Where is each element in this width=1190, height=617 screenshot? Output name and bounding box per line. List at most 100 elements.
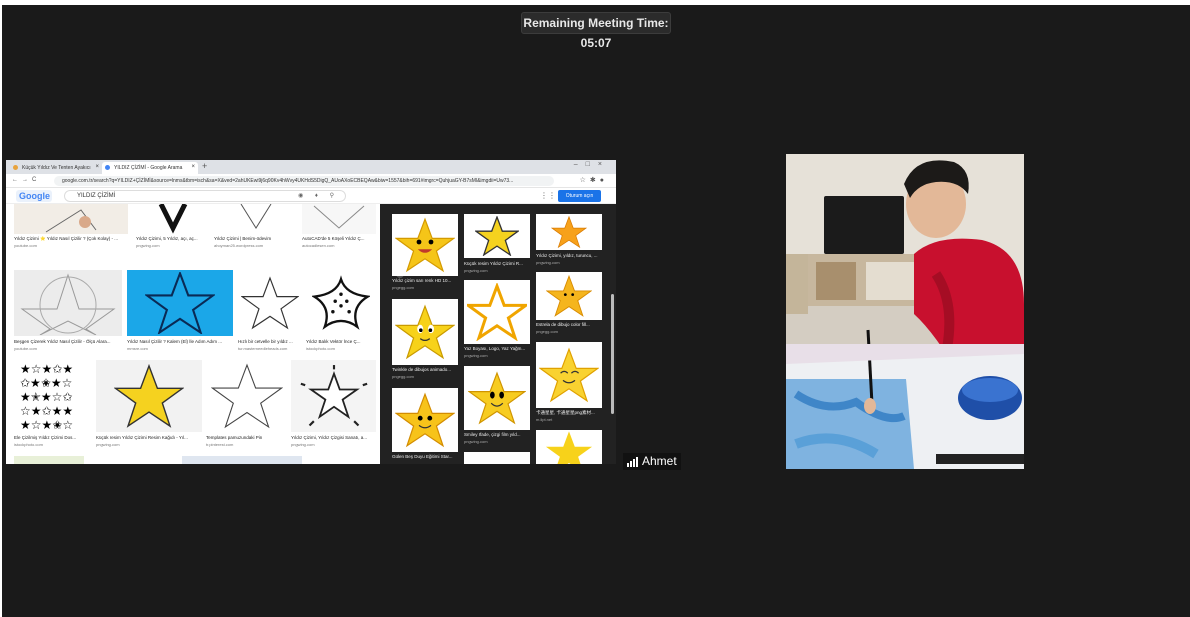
result-image	[291, 360, 376, 432]
related-image-tile[interactable]: Yıldız Çizimi, yıldız, turuncu, ... pngw…	[536, 214, 602, 266]
related-image	[392, 299, 458, 365]
result-source: youtube.com	[14, 346, 37, 351]
google-search-bar: Google YILDIZ ÇİZİMİ ◉ ♦ ⚲ ⋮⋮ Oturum açı…	[6, 188, 616, 204]
result-source: pngwing.com	[96, 442, 120, 447]
related-image-tile[interactable]: Yaz Boyası, Logo, Yaz Yağm... pngwing.co…	[464, 280, 530, 360]
url-field[interactable]: google.com.tr/search?q=YILDIZ+ÇİZİMİ&sou…	[54, 176, 554, 186]
result-caption: Küçük resim Yıldız Çizimi Resim Kağıdı -…	[96, 435, 188, 440]
related-source: m.lipt.net	[536, 417, 553, 422]
result-tile[interactable]: Yıldız Nasıl Çizilir ? Kalem (El) İle Ad…	[127, 270, 233, 354]
related-image-tile[interactable]: Yıldız çizim sarı renk HD 10... pngegg.c…	[392, 214, 458, 292]
svg-text:★☆★✩★: ★☆★✩★	[20, 362, 73, 376]
result-tile[interactable]: Yıldız Çizimi, 5 Yıldız, açı, aç... pngw…	[136, 204, 210, 250]
related-caption: Estrela de dibujo color fill...	[536, 322, 590, 327]
related-image	[392, 388, 458, 452]
apps-grid-icon[interactable]: ⋮⋮	[540, 191, 556, 200]
result-caption: Templates pamuzundaki Pin	[206, 435, 263, 440]
svg-text:✩★✬★☆: ✩★✬★☆	[20, 376, 72, 390]
panel-scrollbar[interactable]	[611, 294, 614, 414]
related-image	[536, 272, 602, 320]
result-source: ahoyman25.wordpress.com	[214, 243, 264, 248]
result-tile[interactable]: Beşgen Çizerek Yıldız Nasıl Çizilir - Öl…	[14, 270, 122, 354]
related-image-tile[interactable]: Twinkle de dibujos animado... pngegg.com	[392, 299, 458, 381]
image-preview-panel: × Yıldız çizim sarı renk HD 10... pngegg…	[380, 204, 616, 464]
window-controls[interactable]: –□×	[574, 161, 610, 168]
result-image: ★☆★✩★ ✩★✬★☆ ★✭★☆✩ ☆★✩★★ ★☆★✬☆	[14, 360, 94, 432]
result-tile[interactable]: ★☆★✩★ ✩★✬★☆ ★✭★☆✩ ☆★✩★★ ★☆★✬☆ Ele Çizilmiş Y…	[14, 360, 94, 452]
close-tab-icon[interactable]: ×	[191, 164, 195, 170]
result-tile[interactable]: Yıldız Çizimi, Yıldız Çizgisi Sanatı, a.…	[291, 360, 376, 452]
result-caption: Yıldız Çizimi | Benim-ödevim	[214, 236, 272, 241]
related-source: pngegg.com	[392, 374, 415, 379]
result-image-partial	[182, 456, 302, 464]
video-frame	[786, 154, 1024, 469]
result-source: istockphoto.com	[306, 346, 335, 351]
participant-name: Ahmet	[642, 454, 677, 468]
shared-screen[interactable]: Küçük Yıldız Ve Tenten Ayakıcı × YILDIZ …	[6, 160, 616, 464]
related-image-tile[interactable]: Küçük resim Yıldız Çizimi R... pngwing.c…	[464, 214, 530, 274]
result-tile[interactable]: Templates pamuzundaki Pin tr.pinterest.c…	[206, 360, 288, 452]
participant-video[interactable]	[786, 154, 1024, 469]
related-caption: Küçük resim Yıldız Çizimi R...	[464, 261, 523, 266]
google-logo[interactable]: Google	[16, 190, 52, 202]
result-source: istockphoto.com	[14, 442, 43, 447]
tab-title: Küçük Yıldız Ve Tenten Ayakıcı	[22, 165, 91, 171]
new-tab-icon[interactable]: +	[202, 161, 207, 171]
signal-strength-icon	[627, 456, 638, 467]
related-source: pngegg.com	[536, 329, 559, 334]
related-image	[536, 214, 602, 250]
browser-tab-2[interactable]: YILDIZ ÇİZİMİ - Google Arama ×	[102, 162, 198, 174]
result-image	[302, 204, 376, 234]
related-caption: Yıldız Çizimi, yıldız, turuncu, ...	[536, 253, 598, 258]
address-bar: ←→C google.com.tr/search?q=YILDIZ+ÇİZİMİ…	[6, 174, 616, 188]
browser-tab-bar: Küçük Yıldız Ve Tenten Ayakıcı × YILDIZ …	[6, 160, 616, 174]
related-source: pngwing.com	[536, 260, 560, 265]
result-image-partial	[14, 456, 84, 464]
result-tile[interactable]: Yıldız Balık Vektör İnce Ç... istockphot…	[306, 270, 376, 354]
related-image	[464, 214, 530, 258]
result-tile[interactable]: Hızlı bir cetvelle bir yıldız ... tur.ma…	[238, 270, 302, 354]
related-source: pngegg.com	[392, 285, 415, 290]
related-image-tile[interactable]: Smiley Ifade, çizgi film yıld... pngwing…	[464, 366, 530, 446]
favicon-icon	[13, 165, 18, 170]
result-source: autocadlesen.com	[302, 243, 335, 248]
meeting-stage: Remaining Meeting Time: 05:07 Küçük Yıld…	[2, 5, 1190, 617]
result-caption: Yıldız Çizimi, 5 Yıldız, açı, aç...	[136, 236, 198, 241]
remaining-time-badge: Remaining Meeting Time: 05:07	[521, 12, 671, 50]
browser-tab-1[interactable]: Küçük Yıldız Ve Tenten Ayakıcı ×	[10, 162, 102, 174]
search-query: YILDIZ ÇİZİMİ	[77, 193, 116, 199]
result-source: mmsre.com	[127, 346, 148, 351]
result-image	[136, 204, 210, 234]
svg-text:☆★✩★★: ☆★✩★★	[20, 404, 73, 418]
related-caption: Yıldız çizim sarı renk HD 10...	[392, 278, 452, 283]
sign-in-button[interactable]: Oturum açın	[558, 190, 601, 202]
navigation-icons[interactable]: ←→C	[12, 177, 40, 183]
related-image-tile[interactable]: Gülen Beş Duyu Eğitimi Star...	[392, 388, 458, 464]
google-favicon-icon	[105, 165, 110, 170]
related-image	[464, 366, 530, 430]
result-tile[interactable]: Yıldız Çizimi | Benim-ödevim ahoyman25.w…	[214, 204, 298, 250]
result-image	[127, 270, 233, 336]
result-caption: Yıldız Nasıl Çizilir ? Kalem (El) İle Ad…	[127, 339, 223, 344]
result-tile[interactable]: Yıldız Çizimi ⭐ Yıldız Nasıl Çizilir ? (…	[14, 204, 128, 250]
result-tile[interactable]: AutoCAD'de 5 Köşeli Yıldız Ç... autocadl…	[302, 204, 376, 250]
search-icons[interactable]: ◉ ♦ ⚲	[298, 191, 339, 201]
related-image-tile[interactable]: 卡通星星, 卡通星星png素材... m.lipt.net	[536, 342, 602, 424]
result-tile[interactable]: Küçük resim Yıldız Çizimi Resim Kağıdı -…	[96, 360, 202, 452]
related-caption: Yaz Boyası, Logo, Yaz Yağm...	[464, 346, 526, 351]
related-caption: 卡通星星, 卡通星星png素材...	[536, 410, 595, 415]
related-image-tile[interactable]: Estrela de dibujo color fill... pngegg.c…	[536, 272, 602, 336]
related-source: pngwing.com	[464, 353, 488, 358]
extension-icons[interactable]: ☆✱●	[580, 176, 608, 184]
result-image	[306, 270, 376, 336]
result-caption: Yıldız Balık Vektör İnce Ç...	[306, 339, 361, 344]
result-caption: Beşgen Çizerek Yıldız Nasıl Çizilir - Öl…	[14, 339, 111, 344]
search-input[interactable]: YILDIZ ÇİZİMİ ◉ ♦ ⚲	[64, 190, 346, 202]
related-image	[536, 342, 602, 408]
related-source: pngwing.com	[464, 439, 488, 444]
related-image-partial	[536, 430, 602, 464]
result-image	[14, 204, 128, 234]
tab-title: YILDIZ ÇİZİMİ - Google Arama	[114, 165, 183, 171]
close-tab-icon[interactable]: ×	[95, 164, 99, 170]
related-caption: Smiley Ifade, çizgi film yıld...	[464, 432, 521, 437]
